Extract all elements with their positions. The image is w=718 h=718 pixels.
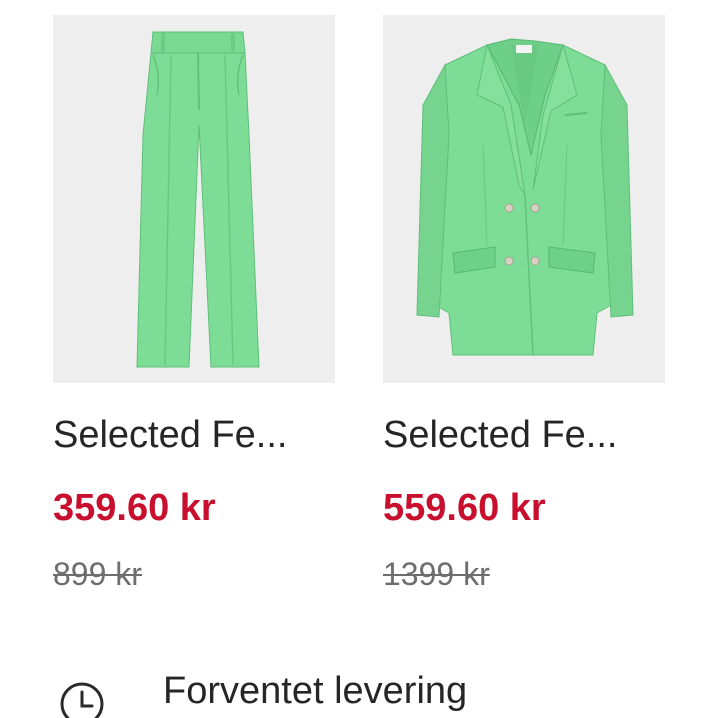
clock-icon: [60, 682, 104, 718]
product-original-price: 899 kr: [53, 556, 142, 592]
expected-delivery: Forventet levering: [58, 668, 698, 718]
product-original-price: 1399 kr: [383, 556, 490, 592]
product-image-trousers[interactable]: [53, 15, 335, 383]
expected-delivery-label: Forventet levering: [163, 670, 468, 712]
product-sale-price: 559.60 kr: [383, 487, 546, 529]
trousers-illustration: [136, 31, 260, 368]
product-title[interactable]: Selected Fe...: [53, 413, 335, 457]
blazer-illustration: [416, 38, 634, 356]
product-image-blazer[interactable]: [383, 15, 665, 383]
product-card[interactable]: Selected Fe... 359.60 kr 899 kr: [53, 15, 335, 594]
product-card[interactable]: Selected Fe... 559.60 kr 1399 kr: [383, 15, 665, 594]
product-list-page: Selected Fe... 359.60 kr 899 kr Selected…: [0, 0, 718, 718]
product-sale-price: 359.60 kr: [53, 487, 216, 529]
product-title[interactable]: Selected Fe...: [383, 413, 665, 457]
